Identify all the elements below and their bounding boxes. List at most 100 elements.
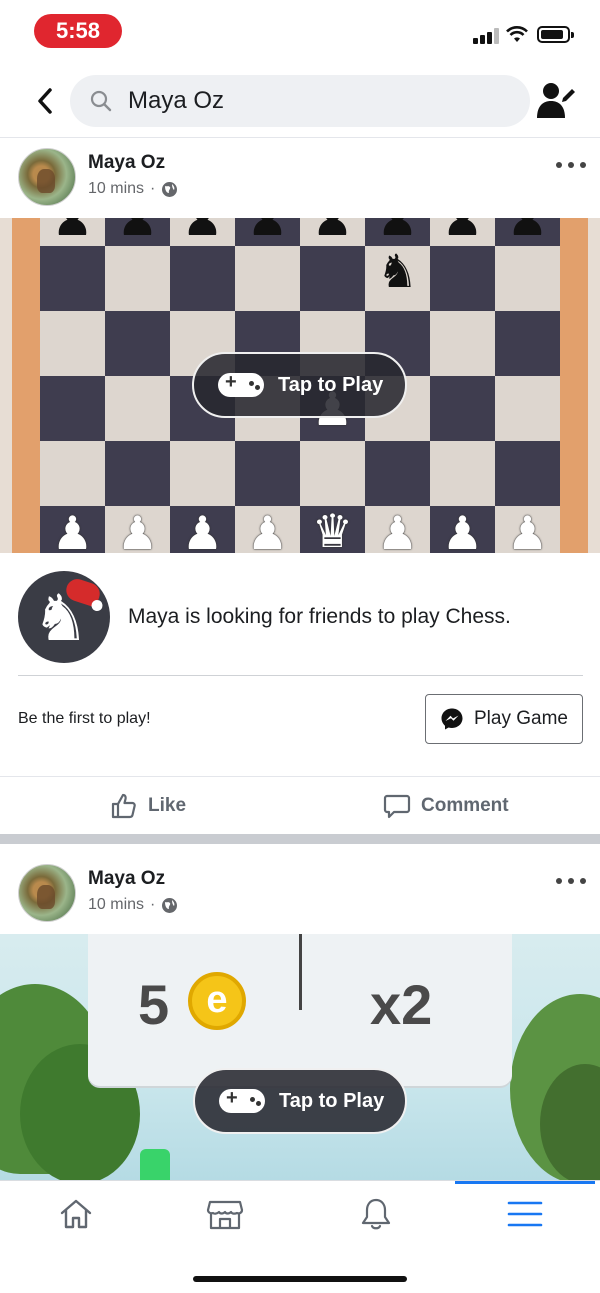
profile-edit-button[interactable] — [535, 80, 577, 120]
board-square — [300, 441, 365, 506]
board-square — [495, 441, 560, 506]
post-meta: 10 mins · — [88, 896, 178, 914]
board-square — [170, 246, 235, 311]
tab-home[interactable] — [52, 1193, 100, 1235]
status-time: 5:58 — [34, 14, 122, 48]
board-square — [40, 246, 105, 311]
tap-to-play-label: Tap to Play — [278, 373, 384, 396]
board-square — [40, 441, 105, 506]
black-pawn-icon: ♟ — [441, 218, 484, 245]
white-queen-icon: ♛ — [311, 505, 354, 553]
white-pawn-icon: ♟ — [376, 507, 419, 553]
bell-icon — [361, 1198, 391, 1230]
avatar[interactable] — [18, 148, 76, 206]
character-figure — [140, 1149, 170, 1180]
black-pawn-icon: ♟ — [51, 218, 94, 245]
board-square — [430, 246, 495, 311]
post-header: Maya Oz 10 mins · — [0, 856, 600, 936]
chevron-left-icon — [38, 88, 52, 114]
globe-icon — [162, 897, 178, 913]
marketplace-icon — [206, 1200, 244, 1230]
home-icon — [60, 1199, 92, 1229]
like-label: Like — [148, 795, 187, 816]
status-bar: 5:58 — [0, 0, 600, 62]
cta-text: Be the first to play! — [18, 710, 151, 727]
post-meta: 10 mins · — [88, 180, 178, 198]
chess-game-logo: ♞ — [18, 571, 110, 663]
board-square — [300, 246, 365, 311]
black-knight-icon: ♞ — [376, 245, 419, 297]
comment-label: Comment — [421, 795, 509, 816]
white-pawn-icon: ♟ — [116, 507, 159, 553]
board-square — [105, 376, 170, 441]
person-edit-icon — [537, 83, 575, 118]
board-square — [105, 441, 170, 506]
post-author[interactable]: Maya Oz — [88, 152, 165, 174]
more-options-button[interactable] — [556, 160, 586, 170]
home-indicator — [193, 1276, 407, 1282]
white-pawn-icon: ♟ — [506, 507, 549, 553]
feed-separator — [0, 834, 600, 844]
board-square — [235, 246, 300, 311]
more-options-button[interactable] — [556, 876, 586, 886]
thumbs-up-icon — [111, 793, 136, 819]
board-square — [40, 376, 105, 441]
board-square — [235, 441, 300, 506]
white-pawn-icon: ♟ — [51, 507, 94, 553]
board-square — [495, 246, 560, 311]
post-actions: Like Comment — [0, 776, 600, 834]
comment-icon — [383, 794, 411, 819]
tap-to-play-button[interactable]: Tap to Play — [192, 352, 407, 418]
coin-icon: e — [188, 972, 246, 1030]
post-time: 10 mins — [88, 180, 145, 197]
active-tab-indicator — [455, 1181, 595, 1184]
tap-to-play-button[interactable]: Tap to Play — [193, 1068, 407, 1134]
avatar[interactable] — [18, 864, 76, 922]
board-square — [430, 376, 495, 441]
post-author[interactable]: Maya Oz — [88, 868, 165, 890]
board-square — [365, 441, 430, 506]
board-square — [430, 311, 495, 376]
black-pawn-icon: ♟ — [246, 218, 289, 245]
search-header: Maya Oz — [0, 62, 600, 138]
tab-marketplace[interactable] — [201, 1193, 249, 1235]
board-square — [170, 441, 235, 506]
board-square — [430, 441, 495, 506]
black-pawn-icon: ♟ — [181, 218, 224, 245]
search-input[interactable]: Maya Oz — [70, 75, 530, 127]
board-square — [495, 311, 560, 376]
post-header: Maya Oz 10 mins · — [0, 140, 600, 220]
black-pawn-icon: ♟ — [506, 218, 549, 245]
game-media-2[interactable]: 5 e x2 Tap to Play — [0, 934, 600, 1180]
white-pawn-icon: ♟ — [441, 507, 484, 553]
score-value: 5 — [138, 973, 170, 1036]
tap-to-play-label: Tap to Play — [279, 1089, 385, 1112]
wifi-icon — [506, 26, 528, 42]
gamepad-icon — [218, 371, 264, 397]
like-button[interactable]: Like — [110, 777, 186, 835]
play-game-button[interactable]: Play Game — [425, 694, 583, 744]
black-pawn-icon: ♟ — [116, 218, 159, 245]
tab-notifications[interactable] — [352, 1193, 400, 1235]
tab-menu[interactable] — [501, 1193, 549, 1235]
board-square — [105, 311, 170, 376]
comment-button[interactable]: Comment — [383, 777, 509, 835]
bottom-tab-bar — [0, 1180, 600, 1293]
back-button[interactable] — [30, 84, 60, 118]
post-time: 10 mins — [88, 896, 145, 913]
score-panel: 5 e x2 — [88, 934, 512, 1086]
globe-icon — [162, 181, 178, 197]
menu-icon — [507, 1201, 543, 1227]
black-pawn-icon: ♟ — [311, 218, 354, 245]
play-cta-row: Be the first to play! Play Game — [0, 676, 600, 774]
multiplier-value: x2 — [370, 973, 433, 1036]
messenger-icon — [441, 708, 463, 730]
play-game-label: Play Game — [474, 708, 568, 729]
board-square — [40, 311, 105, 376]
game-info: ♞ Maya is looking for friends to play Ch… — [0, 553, 600, 675]
white-pawn-icon: ♟ — [181, 507, 224, 553]
cellular-signal-icon — [473, 28, 499, 44]
gamepad-icon — [219, 1087, 265, 1113]
battery-icon — [537, 26, 574, 43]
game-media-chess[interactable]: ♟♟♟♟♟♟♟♟♞♟♟♟♟♟♛♟♟♟ Tap to Play — [0, 218, 600, 553]
